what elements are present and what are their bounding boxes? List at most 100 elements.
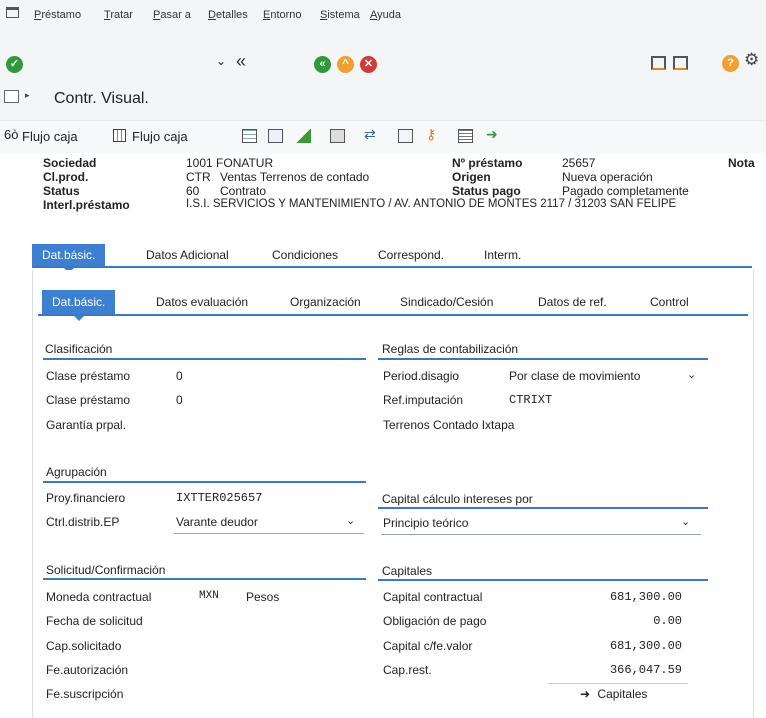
chevron-down-icon[interactable]: ⌄ [216,54,226,68]
key-icon[interactable]: ⚷ [426,126,441,142]
layout-icon-2[interactable] [673,56,688,70]
solicitud-title: Solicitud/Confirmación [46,563,166,577]
clase-prestamo-label-1: Clase préstamo [46,369,131,383]
clprod-label: Cl.prod. [43,170,89,184]
cap-rest-label: Cap.rest. [383,663,432,677]
obligacion-pago-value: 0.00 [653,614,682,628]
fe-autorizacion-label: Fe.autorización [46,663,129,677]
period-disagio-value[interactable]: Por clase de movimiento [509,369,640,383]
clase-prestamo-value-1[interactable]: 0 [176,369,183,383]
report-icon[interactable] [398,129,413,143]
document-chart-icon[interactable] [268,129,283,143]
proy-financiero-value[interactable]: IXTTER025657 [176,491,262,505]
tab-correspond[interactable]: Correspond. [368,244,454,266]
ctrl-distrib-dropdown-icon[interactable]: ⌄ [346,514,355,527]
dropdown-arrow-icon[interactable]: ▸ [25,90,30,101]
period-disagio-label: Period.disagio [383,369,460,383]
ctrl-distrib-label: Ctrl.distrib.EP [46,515,120,529]
subtab-datos-evaluacion[interactable]: Datos evaluación [146,290,258,314]
ctrl-distrib-value[interactable]: Varante deudor [176,515,258,529]
moneda-code[interactable]: MXN [199,590,219,602]
tab-datos-adicional[interactable]: Datos Adicional [136,244,239,266]
tab-interm[interactable]: Interm. [474,244,531,266]
tab-dat-basic[interactable]: Dat.básic. [32,244,106,273]
settings-gear-icon[interactable]: ⚙ [744,50,759,70]
table-icon[interactable] [113,129,126,142]
statuspago-value: Pagado completamente [562,184,689,198]
forward-arrow-icon[interactable]: ➜ [486,126,501,142]
capital-calculo-value[interactable]: Principio teórico [383,516,468,530]
back-icon[interactable]: « [236,51,246,72]
capital-fe-valor-label: Capital c/fe.valor [383,639,473,653]
cap-solicitado-label: Cap.solicitado [46,639,122,653]
flujo-caja-table-button[interactable]: Flujo caja [132,129,188,144]
interl-label: Interl.préstamo [43,198,130,212]
flujo-caja-button[interactable]: Flujo caja [22,129,78,144]
proy-financiero-label: Proy.financiero [46,491,126,505]
exit-icon[interactable]: ^ [337,56,354,73]
capital-calculo-divider [378,507,708,509]
grid-icon[interactable] [242,129,257,143]
solicitud-divider [43,578,366,580]
cap-rest-underline [548,683,688,684]
screen-menu-icon[interactable] [4,90,19,103]
fe-suscripcion-label: Fe.suscripción [46,687,124,701]
menu-prestamo[interactable]: Préstamo [34,9,81,21]
menu-ayuda[interactable]: Ayuda [370,9,401,21]
title-bar: ▸ Contr. Visual. [0,80,766,121]
capitales-divider [378,579,708,581]
agrupacion-divider [43,481,366,483]
main-tab-strip: Dat.básic. Datos Adicional Condiciones C… [32,244,752,273]
flow-arrows-icon[interactable]: ⇄ [364,126,379,142]
ref-imputacion-value[interactable]: CTRIXT [509,393,552,407]
subtab-datos-de-ref[interactable]: Datos de ref. [528,290,617,314]
moneda-label: Moneda contractual [46,590,152,604]
mountain-chart-icon[interactable] [296,129,311,143]
printer-icon[interactable] [330,129,345,143]
tab-condiciones[interactable]: Condiciones [262,244,348,266]
subtab-sindicado-cesion[interactable]: Sindicado/Cesión [390,290,503,314]
origen-value: Nueva operación [562,170,653,184]
ref-imputacion-label: Ref.imputación [383,393,464,407]
period-disagio-dropdown-icon[interactable]: ⌄ [687,368,696,381]
nprestamo-value: 25657 [562,156,596,170]
menu-tratar[interactable]: Tratar [104,9,133,21]
terrenos-text: Terrenos Contado Ixtapa [383,418,515,432]
back-nav-icon[interactable]: « [314,56,331,73]
menu-detalles[interactable]: Detalles [208,9,248,21]
status-text: Contrato [220,184,267,198]
glasses-icon[interactable]: 6ò [4,127,18,142]
clase-prestamo-label-2: Clase préstamo [46,393,131,407]
system-toolbar: ✓ ⌄ « « ^ ✕ ? ⚙ [0,30,766,80]
sociedad-label: Sociedad [43,156,97,170]
ctrl-distrib-underline [174,533,364,534]
menu-sistema[interactable]: Sistema [320,9,360,21]
clprod-code: CTR [186,170,211,184]
capitales-button[interactable]: ➜ Capitales [580,687,647,701]
cancel-icon[interactable]: ✕ [360,56,377,73]
statuspago-label: Status pago [452,184,521,198]
menu-icon[interactable] [6,7,19,18]
enter-check-icon[interactable]: ✓ [6,56,23,73]
cap-rest-value: 366,047.59 [609,663,682,677]
layout-icon-1[interactable] [651,56,666,70]
subtab-organizacion[interactable]: Organización [280,290,371,314]
menu-entorno[interactable]: Entorno [263,9,302,21]
fecha-solicitud-label: Fecha de solicitud [46,614,143,628]
status-code: 60 [186,184,200,198]
list-icon[interactable] [458,129,473,143]
capital-contractual-label: Capital contractual [383,590,483,604]
capital-calculo-dropdown-icon[interactable]: ⌄ [681,515,690,528]
sub-tab-strip: Dat.básic. Datos evaluación Organización… [38,290,748,321]
capital-fe-valor-value: 681,300.00 [609,639,682,653]
subtab-control[interactable]: Control [640,290,699,314]
interl-value: I.S.I. SERVICIOS Y MANTENIMIENTO / AV. A… [186,198,677,210]
menu-pasar-a[interactable]: Pasar a [153,9,191,21]
subtab-dat-basic[interactable]: Dat.básic. [42,290,116,321]
help-icon[interactable]: ? [722,55,739,72]
sociedad-value: 1001 FONATUR [186,156,274,170]
clprod-text: Ventas Terrenos de contado [220,170,370,184]
nota-label: Nota [728,156,755,170]
menu-bar: Préstamo Tratar Pasar a Detalles Entorno… [0,0,766,31]
clase-prestamo-value-2[interactable]: 0 [176,393,183,407]
